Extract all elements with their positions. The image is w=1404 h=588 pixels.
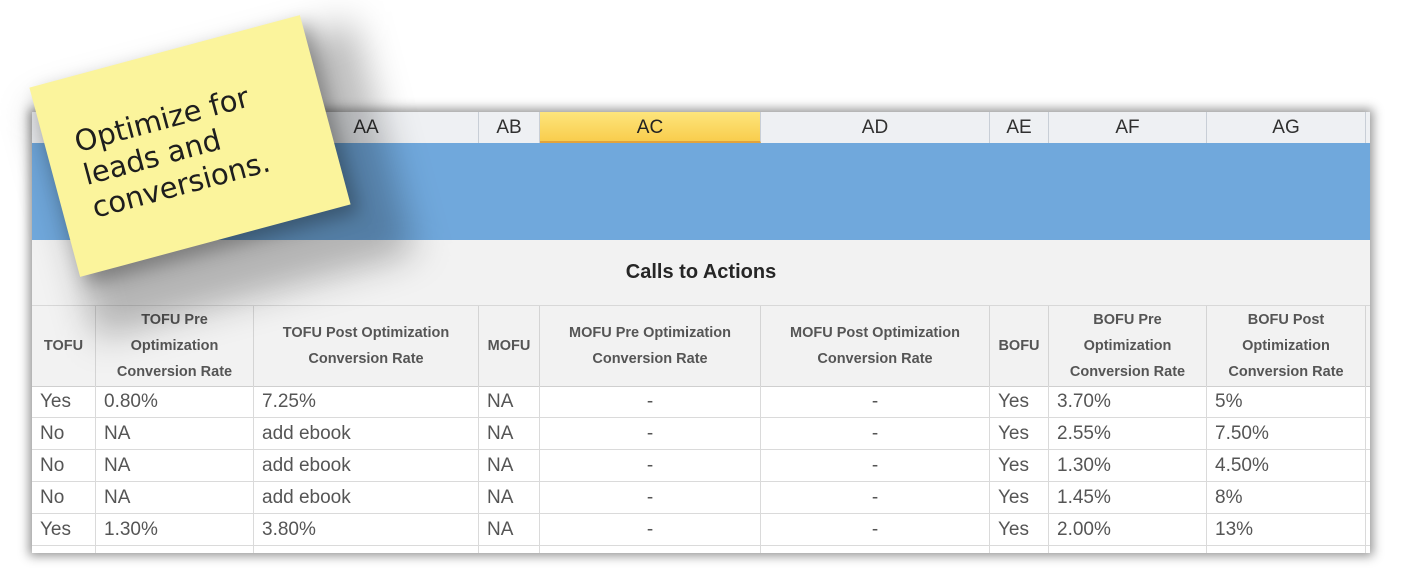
cell-bofu[interactable]: Yes xyxy=(990,482,1049,513)
header-tofu-post[interactable]: TOFU Post Optimization Conversion Rate xyxy=(254,306,479,386)
cell-bofu-post[interactable]: 4.50% xyxy=(1207,450,1366,481)
cell-bofu-pre[interactable]: 2.00% xyxy=(1049,514,1207,545)
table-header-row: TOFU TOFU Pre Optimization Conversion Ra… xyxy=(32,306,1370,387)
cell-mofu-post[interactable]: - xyxy=(761,482,990,513)
cell-bofu-post[interactable]: 13% xyxy=(1207,514,1366,545)
cell-mofu-post[interactable]: - xyxy=(761,418,990,449)
cell-mofu-post[interactable]: - xyxy=(761,450,990,481)
cell-tofu[interactable]: No xyxy=(32,482,96,513)
cell-mofu[interactable]: NA xyxy=(479,450,540,481)
table-row: Yes 0.80% 7.25% NA - - Yes 3.70% 5% xyxy=(32,386,1370,418)
column-header-ab[interactable]: AB xyxy=(479,112,540,143)
cell-tofu-pre[interactable]: 1.30% xyxy=(96,514,254,545)
cell-mofu-pre[interactable]: - xyxy=(540,418,761,449)
cell-tofu-pre[interactable]: NA xyxy=(96,418,254,449)
cell-tofu-post[interactable]: 7.25% xyxy=(254,386,479,417)
cell-tofu-pre[interactable]: NA xyxy=(96,482,254,513)
column-header-af[interactable]: AF xyxy=(1049,112,1207,143)
cell-bofu-post[interactable]: 5% xyxy=(1207,386,1366,417)
cell-mofu-pre[interactable]: - xyxy=(540,482,761,513)
cell-bofu[interactable]: Yes xyxy=(990,514,1049,545)
table-row: No NA add ebook NA - - Yes 1.45% 8% xyxy=(32,482,1370,514)
header-bofu-pre[interactable]: BOFU Pre Optimization Conversion Rate xyxy=(1049,306,1207,386)
header-mofu-pre[interactable]: MOFU Pre Optimization Conversion Rate xyxy=(540,306,761,386)
cell-bofu-post[interactable]: 7.50% xyxy=(1207,418,1366,449)
cell-tofu[interactable]: Yes xyxy=(32,514,96,545)
cell-mofu-pre[interactable]: - xyxy=(540,450,761,481)
cell-tofu[interactable]: No xyxy=(32,450,96,481)
column-header-ad[interactable]: AD xyxy=(761,112,990,143)
header-mofu-post[interactable]: MOFU Post Optimization Conversion Rate xyxy=(761,306,990,386)
cell-bofu[interactable]: Yes xyxy=(990,450,1049,481)
cell-tofu-post[interactable]: 3.80% xyxy=(254,514,479,545)
table-row: Yes 1.30% 3.80% NA - - Yes 2.00% 13% xyxy=(32,514,1370,546)
cell-mofu-post[interactable]: - xyxy=(761,386,990,417)
cell-mofu[interactable]: NA xyxy=(479,482,540,513)
cell-bofu[interactable]: Yes xyxy=(990,418,1049,449)
table-row: No NA add ebook NA - - Yes 2.55% 7.50% xyxy=(32,418,1370,450)
header-bofu[interactable]: BOFU xyxy=(990,306,1049,386)
sticky-note-text: Optimize for leads and conversions. xyxy=(70,79,274,225)
cell-mofu[interactable]: NA xyxy=(479,514,540,545)
cell-tofu-post[interactable]: add ebook xyxy=(254,418,479,449)
cell-mofu[interactable]: NA xyxy=(479,386,540,417)
cell-bofu[interactable]: Yes xyxy=(990,386,1049,417)
cell-tofu-pre[interactable]: NA xyxy=(96,450,254,481)
table-row-partial xyxy=(32,546,1370,553)
cell-tofu[interactable]: Yes xyxy=(32,386,96,417)
cell-mofu-post[interactable]: - xyxy=(761,514,990,545)
cell-tofu-pre[interactable]: 0.80% xyxy=(96,386,254,417)
cell-bofu-pre[interactable]: 1.30% xyxy=(1049,450,1207,481)
cell-bofu-pre[interactable]: 3.70% xyxy=(1049,386,1207,417)
cell-bofu-post[interactable]: 8% xyxy=(1207,482,1366,513)
column-header-ac[interactable]: AC xyxy=(540,112,761,143)
cell-mofu[interactable]: NA xyxy=(479,418,540,449)
table-row: No NA add ebook NA - - Yes 1.30% 4.50% xyxy=(32,450,1370,482)
cell-tofu-post[interactable]: add ebook xyxy=(254,482,479,513)
cell-bofu-pre[interactable]: 2.55% xyxy=(1049,418,1207,449)
cell-tofu-post[interactable]: add ebook xyxy=(254,450,479,481)
header-tofu[interactable]: TOFU xyxy=(32,306,96,386)
header-bofu-post[interactable]: BOFU Post Optimization Conversion Rate xyxy=(1207,306,1366,386)
cell-bofu-pre[interactable]: 1.45% xyxy=(1049,482,1207,513)
cell-tofu[interactable]: No xyxy=(32,418,96,449)
column-header-ag[interactable]: AG xyxy=(1207,112,1366,143)
cell-mofu-pre[interactable]: - xyxy=(540,514,761,545)
cell-mofu-pre[interactable]: - xyxy=(540,386,761,417)
header-mofu[interactable]: MOFU xyxy=(479,306,540,386)
column-header-ae[interactable]: AE xyxy=(990,112,1049,143)
